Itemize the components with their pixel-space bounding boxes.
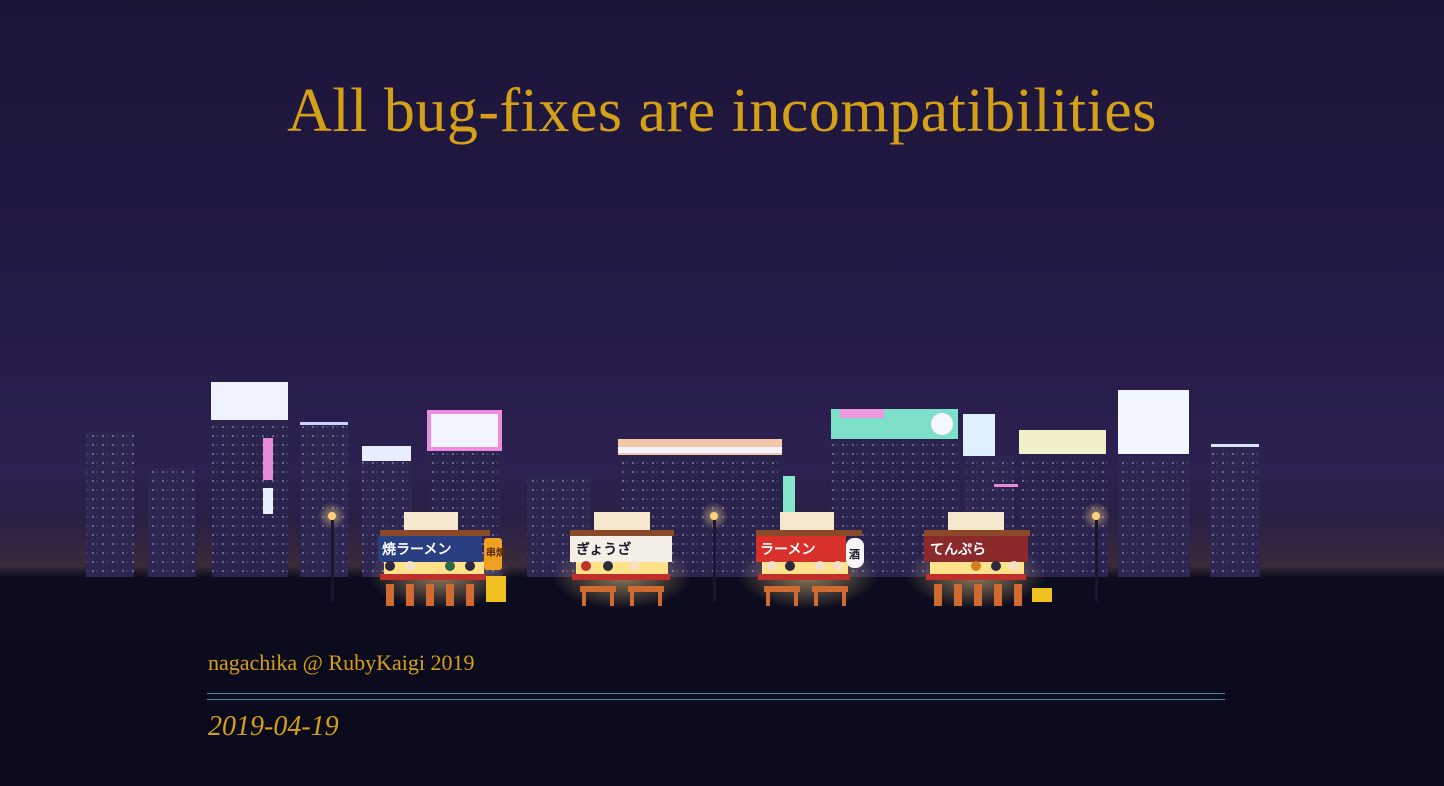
divider-rule <box>207 693 1225 700</box>
stall-sign: 焼ラーメン <box>382 541 451 558</box>
author-line: nagachika @ RubyKaigi 2019 <box>208 650 475 675</box>
slide-date: 2019-04-19 <box>208 711 339 742</box>
stall-side-sign: 串焼 <box>486 546 506 559</box>
street <box>0 577 1444 620</box>
stall-sign: ぎょうざ <box>576 541 631 558</box>
slide-background: All bug-fixes are incompatibilities 焼ラーメ… <box>0 0 1444 786</box>
stall-side-sign: 酒 <box>849 548 860 561</box>
stall-sign: てんぷら <box>930 542 986 558</box>
stall-sign: ラーメン <box>760 542 815 558</box>
slide-title: All bug-fixes are incompatibilities <box>287 77 1157 145</box>
night-market-illustration: 焼ラーメン 串焼 ぎょうざ ラーメン 酒 てんぷら <box>0 382 1444 620</box>
